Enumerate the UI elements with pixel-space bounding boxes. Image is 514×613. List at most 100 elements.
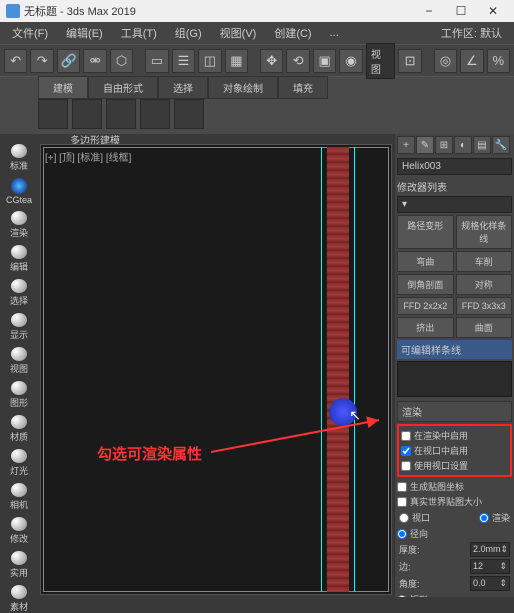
check-enable-viewport[interactable]: 在视口中启用: [401, 443, 508, 458]
bind-button[interactable]: ⬡: [110, 49, 133, 73]
menu-view[interactable]: 视图(V): [212, 23, 265, 43]
ribbon-slot[interactable]: [106, 99, 136, 129]
radio-rect[interactable]: 矩形: [397, 592, 512, 597]
ribbon-tab-objectpaint[interactable]: 对象绘制: [208, 76, 278, 99]
unlink-button[interactable]: ⚮: [83, 49, 106, 73]
angle-snap-button[interactable]: ∠: [460, 49, 483, 73]
viewport[interactable]: [+] [顶] [标准] [线框] ↖ 勾选可渲染属性: [40, 144, 392, 595]
menubar: 文件(F) 编辑(E) 工具(T) 组(G) 视图(V) 创建(C) ... 工…: [0, 22, 514, 44]
scale-button[interactable]: ▣: [313, 49, 336, 73]
mod-btn-bevel[interactable]: 倒角剖面: [397, 274, 454, 295]
minimize-button[interactable]: −: [414, 1, 444, 21]
use-center-button[interactable]: ⊡: [398, 49, 421, 73]
angle-label: 角度:: [399, 577, 420, 590]
app-icon: [6, 4, 20, 18]
workspace-selector[interactable]: 工作区: 默认: [433, 23, 510, 43]
select-button[interactable]: ▭: [145, 49, 168, 73]
maximize-button[interactable]: ☐: [446, 1, 476, 21]
rail-modify[interactable]: 修改: [5, 517, 33, 545]
ribbon-slot[interactable]: [72, 99, 102, 129]
rail-view[interactable]: 视图: [5, 347, 33, 375]
mod-btn-lathe[interactable]: 车削: [456, 251, 513, 272]
link-button[interactable]: 🔗: [57, 49, 80, 73]
rail-edit[interactable]: 编辑: [5, 245, 33, 273]
mod-btn-extrude[interactable]: 挤出: [397, 317, 454, 338]
rail-display[interactable]: 显示: [5, 313, 33, 341]
mod-btn-bend[interactable]: 弯曲: [397, 251, 454, 272]
close-button[interactable]: ✕: [478, 1, 508, 21]
sides-label: 边:: [399, 560, 411, 573]
sides-spinner[interactable]: 12⇕: [470, 559, 510, 574]
check-real-world[interactable]: 真实世界贴图大小: [397, 494, 512, 509]
angle-spinner[interactable]: 0.0⇕: [470, 576, 510, 591]
check-enable-render[interactable]: 在渲染中启用: [401, 428, 508, 443]
rail-render[interactable]: 渲染: [5, 211, 33, 239]
rail-utility[interactable]: 实用: [5, 551, 33, 579]
stack-item-editable-spline[interactable]: 可编辑样条线: [397, 340, 512, 359]
rope-geometry[interactable]: [327, 147, 349, 592]
thickness-label: 厚度:: [399, 543, 420, 556]
object-name-field[interactable]: Helix003: [397, 158, 512, 175]
modifier-list-combo[interactable]: ▾: [397, 196, 512, 213]
left-toolbar: 标准 CGtea 渲染 编辑 选择 显示 视图 图形 材质 灯光 相机 修改 实…: [0, 134, 38, 597]
window-title: 无标题 - 3ds Max 2019: [24, 3, 136, 19]
select-name-button[interactable]: ☰: [172, 49, 195, 73]
menu-edit[interactable]: 编辑(E): [58, 23, 111, 43]
ribbon-slot[interactable]: [174, 99, 204, 129]
rail-camera[interactable]: 相机: [5, 483, 33, 511]
redo-button[interactable]: ↷: [30, 49, 53, 73]
radio-viewport[interactable]: 视口: [399, 510, 430, 525]
rail-light[interactable]: 灯光: [5, 449, 33, 477]
rollout-rendering[interactable]: 渲染: [397, 401, 512, 422]
ribbon-slot[interactable]: [140, 99, 170, 129]
menu-create[interactable]: 创建(C): [266, 23, 319, 43]
ribbon-tab-freeform[interactable]: 自由形式: [88, 76, 158, 99]
mod-btn-surface[interactable]: 曲面: [456, 317, 513, 338]
snap-button[interactable]: ◎: [434, 49, 457, 73]
panel-tab-modify[interactable]: ✎: [416, 136, 434, 154]
mod-btn-pathdeform[interactable]: 路径变形: [397, 215, 454, 249]
panel-tab-create[interactable]: +: [397, 136, 415, 154]
rail-shape[interactable]: 图形: [5, 381, 33, 409]
command-panel: + ✎ ⊞ ◐ ▤ 🔧 Helix003 修改器列表 ▾ 路径变形 规格化样条线…: [394, 134, 514, 597]
panel-tab-display[interactable]: ▤: [473, 136, 491, 154]
menu-tools[interactable]: 工具(T): [113, 23, 165, 43]
rail-cgtea[interactable]: CGtea: [5, 178, 33, 205]
radio-render[interactable]: 渲染: [479, 510, 510, 525]
placement-button[interactable]: ◉: [339, 49, 362, 73]
mod-btn-symmetry[interactable]: 对称: [456, 274, 513, 295]
ribbon-tab-modeling[interactable]: 建模: [38, 76, 88, 99]
menu-more[interactable]: ...: [322, 25, 347, 41]
rail-assets[interactable]: 素材: [5, 585, 33, 613]
rail-standard[interactable]: 标准: [5, 144, 33, 172]
menu-file[interactable]: 文件(F): [4, 23, 56, 43]
modifier-stack-area[interactable]: [397, 361, 512, 397]
mod-btn-ffd3[interactable]: FFD 3x3x3: [456, 297, 513, 315]
mod-btn-ffd2[interactable]: FFD 2x2x2: [397, 297, 454, 315]
ribbon-slot[interactable]: [38, 99, 68, 129]
annotation-target-box: 在渲染中启用 在视口中启用 使用视口设置: [397, 424, 512, 477]
titlebar: 无标题 - 3ds Max 2019 − ☐ ✕: [0, 0, 514, 22]
panel-tab-hierarchy[interactable]: ⊞: [435, 136, 453, 154]
move-button[interactable]: ✥: [260, 49, 283, 73]
rail-select[interactable]: 选择: [5, 279, 33, 307]
check-use-viewport-settings[interactable]: 使用视口设置: [401, 458, 508, 473]
rotate-button[interactable]: ⟲: [286, 49, 309, 73]
percent-snap-button[interactable]: %: [487, 49, 510, 73]
rail-material[interactable]: 材质: [5, 415, 33, 443]
menu-group[interactable]: 组(G): [167, 23, 210, 43]
window-crossing-button[interactable]: ▦: [225, 49, 248, 73]
ref-coord-combo[interactable]: 视图: [366, 43, 396, 79]
select-region-button[interactable]: ◫: [198, 49, 221, 73]
mod-btn-normalize[interactable]: 规格化样条线: [456, 215, 513, 249]
ribbon-tab-populate[interactable]: 填充: [278, 76, 328, 99]
check-gen-map-coords[interactable]: 生成贴图坐标: [397, 479, 512, 494]
panel-tab-utilities[interactable]: 🔧: [492, 136, 510, 154]
radio-radial[interactable]: 径向: [397, 526, 512, 541]
modifier-list-label: 修改器列表: [397, 177, 512, 196]
thickness-spinner[interactable]: 2.0mm⇕: [470, 542, 510, 557]
ribbon-tab-selection[interactable]: 选择: [158, 76, 208, 99]
undo-button[interactable]: ↶: [4, 49, 27, 73]
panel-tab-motion[interactable]: ◐: [454, 136, 472, 154]
ribbon: 建模 自由形式 选择 对象绘制 填充: [0, 76, 514, 134]
